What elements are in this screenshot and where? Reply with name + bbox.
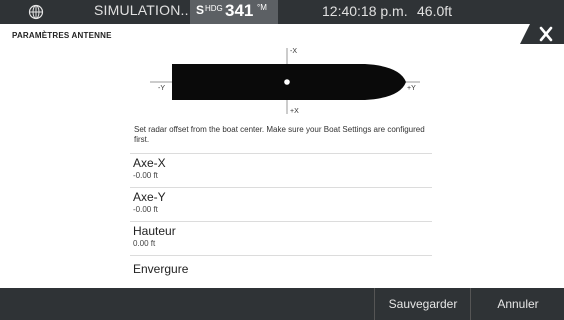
heading-display[interactable]: S HDG 341 °M: [190, 0, 278, 24]
heading-value: 341: [225, 1, 254, 20]
field-y-axis[interactable]: Axe-Y -0.00 ft: [130, 187, 432, 221]
simulation-status[interactable]: SIMULATION...: [94, 2, 193, 18]
instructions-text: Set radar offset from the boat center. M…: [134, 125, 425, 144]
clock-time: 12:40:18 p.m.: [322, 3, 408, 19]
axis-label-minus-x: -X: [290, 48, 297, 55]
axis-label-minus-y: -Y: [158, 85, 165, 92]
axis-label-plus-x: +X: [290, 108, 299, 115]
field-label: Axe-Y: [133, 190, 166, 204]
field-label: Axe-X: [133, 156, 166, 170]
field-label: Hauteur: [133, 224, 176, 238]
close-icon[interactable]: [520, 24, 564, 44]
heading-prefix: S: [196, 3, 205, 17]
heading-label: HDG: [205, 4, 223, 13]
field-value: -0.00 ft: [133, 171, 158, 180]
field-x-axis[interactable]: Axe-X -0.00 ft: [130, 153, 432, 187]
field-span[interactable]: Envergure: [130, 255, 432, 288]
status-bar: SIMULATION... S HDG 341 °M 12:40:18 p.m.…: [0, 0, 564, 24]
boat-diagram: [150, 48, 420, 114]
dialog-title: PARAMÈTRES ANTENNE: [12, 31, 112, 40]
field-height[interactable]: Hauteur 0.00 ft: [130, 221, 432, 255]
cancel-button[interactable]: Annuler: [470, 288, 564, 320]
field-value: -0.00 ft: [133, 205, 158, 214]
bottom-action-bar: Sauvegarder Annuler: [0, 288, 564, 320]
depth-readout: 46.0ft: [417, 3, 453, 19]
heading-unit: °M: [257, 3, 267, 12]
axis-label-plus-y: +Y: [407, 85, 416, 92]
save-button[interactable]: Sauvegarder: [374, 288, 471, 320]
globe-icon[interactable]: [28, 4, 44, 20]
field-value: 0.00 ft: [133, 239, 156, 248]
field-label: Envergure: [133, 262, 189, 276]
antenna-position-marker: [284, 79, 290, 85]
antenna-position-diagram: -X +X -Y +Y: [150, 44, 420, 128]
